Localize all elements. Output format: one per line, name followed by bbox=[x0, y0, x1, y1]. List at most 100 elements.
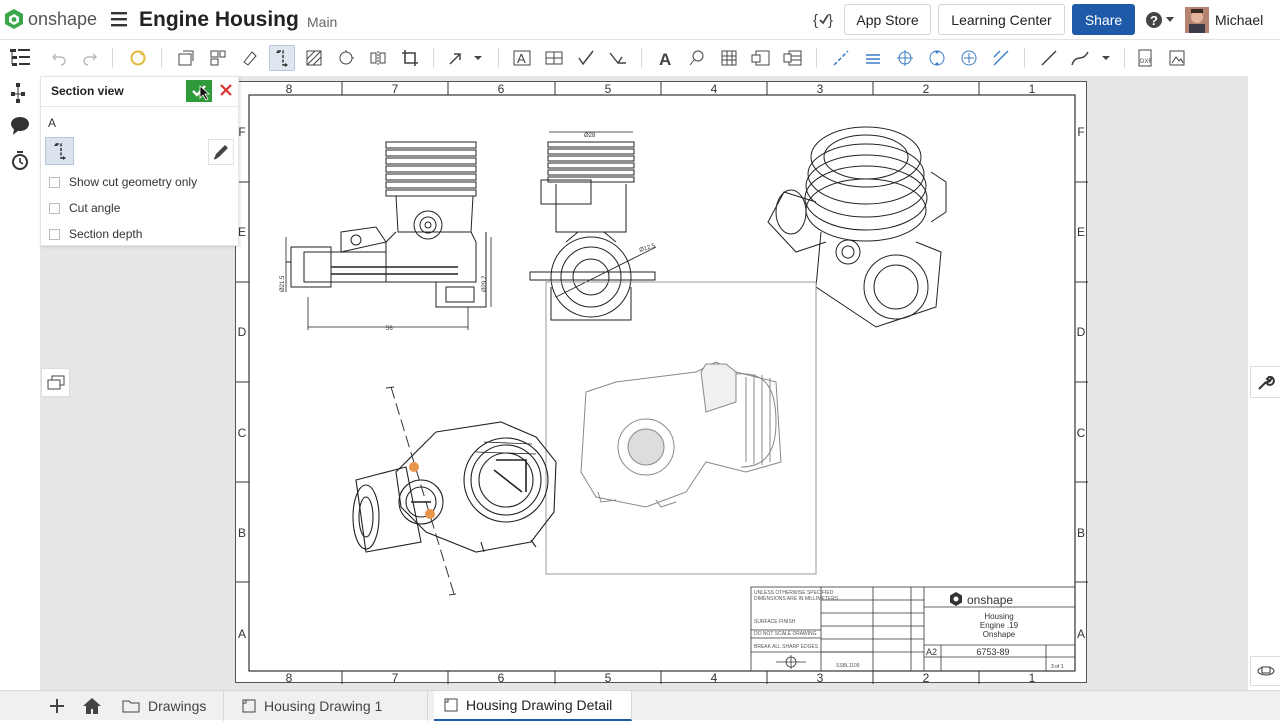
zone-col-bottom: 5 bbox=[605, 671, 612, 684]
insert-part-icon[interactable] bbox=[9, 81, 31, 105]
title-block-sheet: 3 of 1 bbox=[1051, 664, 1064, 670]
option-cut-angle[interactable]: Cut angle bbox=[49, 201, 120, 215]
dim-top-dia[interactable]: Ø28 bbox=[584, 133, 596, 139]
cut-angle-checkbox[interactable] bbox=[49, 202, 60, 214]
zone-row-right: B bbox=[1077, 526, 1085, 540]
align-views-icon[interactable] bbox=[445, 45, 485, 71]
comments-icon[interactable] bbox=[9, 116, 31, 136]
surface-finish-icon[interactable] bbox=[573, 45, 599, 71]
zone-col-bottom: 8 bbox=[286, 671, 293, 684]
document-branch[interactable]: Main bbox=[307, 14, 337, 30]
zone-row-left: C bbox=[238, 426, 247, 440]
undo-icon[interactable] bbox=[46, 45, 72, 71]
zone-row-left: E bbox=[238, 225, 246, 239]
option-section-depth[interactable]: Section depth bbox=[49, 227, 142, 241]
svg-text:}: } bbox=[828, 12, 833, 29]
zone-col-top: 4 bbox=[711, 82, 718, 96]
avatar bbox=[1185, 7, 1209, 33]
close-icon bbox=[220, 84, 232, 96]
brand-name: onshape bbox=[28, 8, 98, 29]
pin-button[interactable] bbox=[208, 139, 234, 165]
add-tab-button[interactable] bbox=[46, 695, 68, 717]
svg-text:?: ? bbox=[1150, 13, 1158, 28]
tab-housing-drawing-1[interactable]: Housing Drawing 1 bbox=[232, 691, 428, 721]
share-button[interactable]: Share bbox=[1072, 4, 1135, 35]
drawing-sheet[interactable]: 8 7 6 5 4 3 2 1 8 7 6 5 4 3 2 1 F E D C bbox=[235, 81, 1088, 685]
zone-col-bottom: 3 bbox=[817, 671, 824, 684]
side-view[interactable] bbox=[529, 131, 657, 321]
section-line-selector[interactable] bbox=[45, 137, 74, 165]
table-icon[interactable] bbox=[716, 45, 742, 71]
auxiliary-view-icon[interactable] bbox=[237, 45, 263, 71]
dimension-line-icon[interactable] bbox=[988, 45, 1014, 71]
onshape-logo[interactable]: onshape bbox=[4, 8, 97, 30]
title-block-line1: Housing bbox=[984, 612, 1013, 621]
broken-out-section-icon[interactable] bbox=[301, 45, 327, 71]
option-show-cut-geometry[interactable]: Show cut geometry only bbox=[49, 175, 197, 189]
view-tools-button[interactable] bbox=[1250, 656, 1280, 686]
section-view-preview[interactable] bbox=[580, 361, 782, 508]
export-image-icon[interactable] bbox=[1164, 45, 1190, 71]
left-rail bbox=[0, 40, 40, 707]
circle-centermark-icon[interactable] bbox=[956, 45, 982, 71]
isometric-view[interactable] bbox=[767, 126, 947, 328]
zone-row-right: E bbox=[1077, 225, 1085, 239]
spline-icon[interactable] bbox=[1068, 45, 1112, 71]
export-dxf-icon[interactable]: DXF bbox=[1132, 45, 1158, 71]
section-depth-checkbox[interactable] bbox=[49, 228, 60, 240]
datum-icon[interactable] bbox=[541, 45, 567, 71]
dim-right-dia[interactable]: Ø29.2 bbox=[482, 275, 488, 292]
help-menu[interactable]: ? bbox=[1145, 10, 1177, 30]
note-icon[interactable]: A bbox=[509, 45, 535, 71]
crop-view-icon[interactable] bbox=[397, 45, 423, 71]
bom-icon[interactable] bbox=[748, 45, 774, 71]
home-button[interactable] bbox=[80, 695, 104, 717]
document-title[interactable]: Engine Housing bbox=[139, 8, 299, 32]
tab-drawings-folder[interactable]: Drawings bbox=[112, 691, 224, 721]
learning-center-button[interactable]: Learning Center bbox=[938, 4, 1065, 35]
centermark-icon[interactable] bbox=[892, 45, 918, 71]
hole-table-icon[interactable] bbox=[780, 45, 806, 71]
line-icon[interactable] bbox=[1036, 45, 1062, 71]
svg-text:A: A bbox=[659, 50, 671, 67]
callout-icon[interactable] bbox=[684, 45, 710, 71]
cancel-button[interactable] bbox=[218, 81, 234, 99]
dim-left-dia[interactable]: Ø21.5 bbox=[280, 275, 286, 292]
weld-symbol-icon[interactable] bbox=[605, 45, 631, 71]
insert-view-icon[interactable] bbox=[173, 45, 199, 71]
section-handle-bottom[interactable] bbox=[425, 509, 435, 519]
break-view-icon[interactable] bbox=[365, 45, 391, 71]
hamburger-menu-icon[interactable] bbox=[110, 10, 128, 28]
dim-width[interactable]: 56 bbox=[386, 326, 393, 332]
hatch-icon[interactable] bbox=[860, 45, 886, 71]
zone-row-left: D bbox=[238, 325, 247, 339]
section-label: A bbox=[48, 116, 57, 130]
properties-panel-button[interactable] bbox=[1250, 366, 1280, 398]
detail-view-icon[interactable] bbox=[333, 45, 359, 71]
layers-button[interactable] bbox=[41, 368, 70, 397]
dim-hole-dia[interactable]: Ø12.5 bbox=[639, 243, 657, 254]
bolt-circle-icon[interactable] bbox=[924, 45, 950, 71]
feature-list-icon[interactable] bbox=[8, 46, 32, 68]
update-icon[interactable] bbox=[125, 45, 151, 71]
zone-col-top: 6 bbox=[498, 82, 505, 96]
tab-housing-drawing-detail[interactable]: Housing Drawing Detail bbox=[434, 691, 632, 721]
pencil-icon bbox=[213, 145, 228, 160]
app-store-button[interactable]: App Store bbox=[844, 4, 931, 35]
title-block-brand: onshape bbox=[950, 592, 1013, 607]
user-menu[interactable]: Michael bbox=[1185, 7, 1277, 33]
centerline-icon[interactable] bbox=[828, 45, 854, 71]
history-icon[interactable] bbox=[10, 150, 30, 172]
projected-view-icon[interactable] bbox=[205, 45, 231, 71]
front-view[interactable] bbox=[285, 141, 492, 330]
section-cut-line[interactable] bbox=[390, 386, 455, 595]
section-handle-top[interactable] bbox=[409, 462, 419, 472]
drawing-toolbar: A A DXF bbox=[40, 40, 1280, 76]
redo-icon[interactable] bbox=[77, 45, 103, 71]
show-cut-geometry-checkbox[interactable] bbox=[49, 176, 60, 188]
variable-studio-icon[interactable]: {} bbox=[812, 9, 836, 31]
text-icon[interactable]: A bbox=[652, 45, 678, 71]
section-view-icon[interactable] bbox=[269, 45, 295, 71]
rotated-view[interactable] bbox=[352, 421, 557, 553]
zone-row-right: D bbox=[1077, 325, 1086, 339]
